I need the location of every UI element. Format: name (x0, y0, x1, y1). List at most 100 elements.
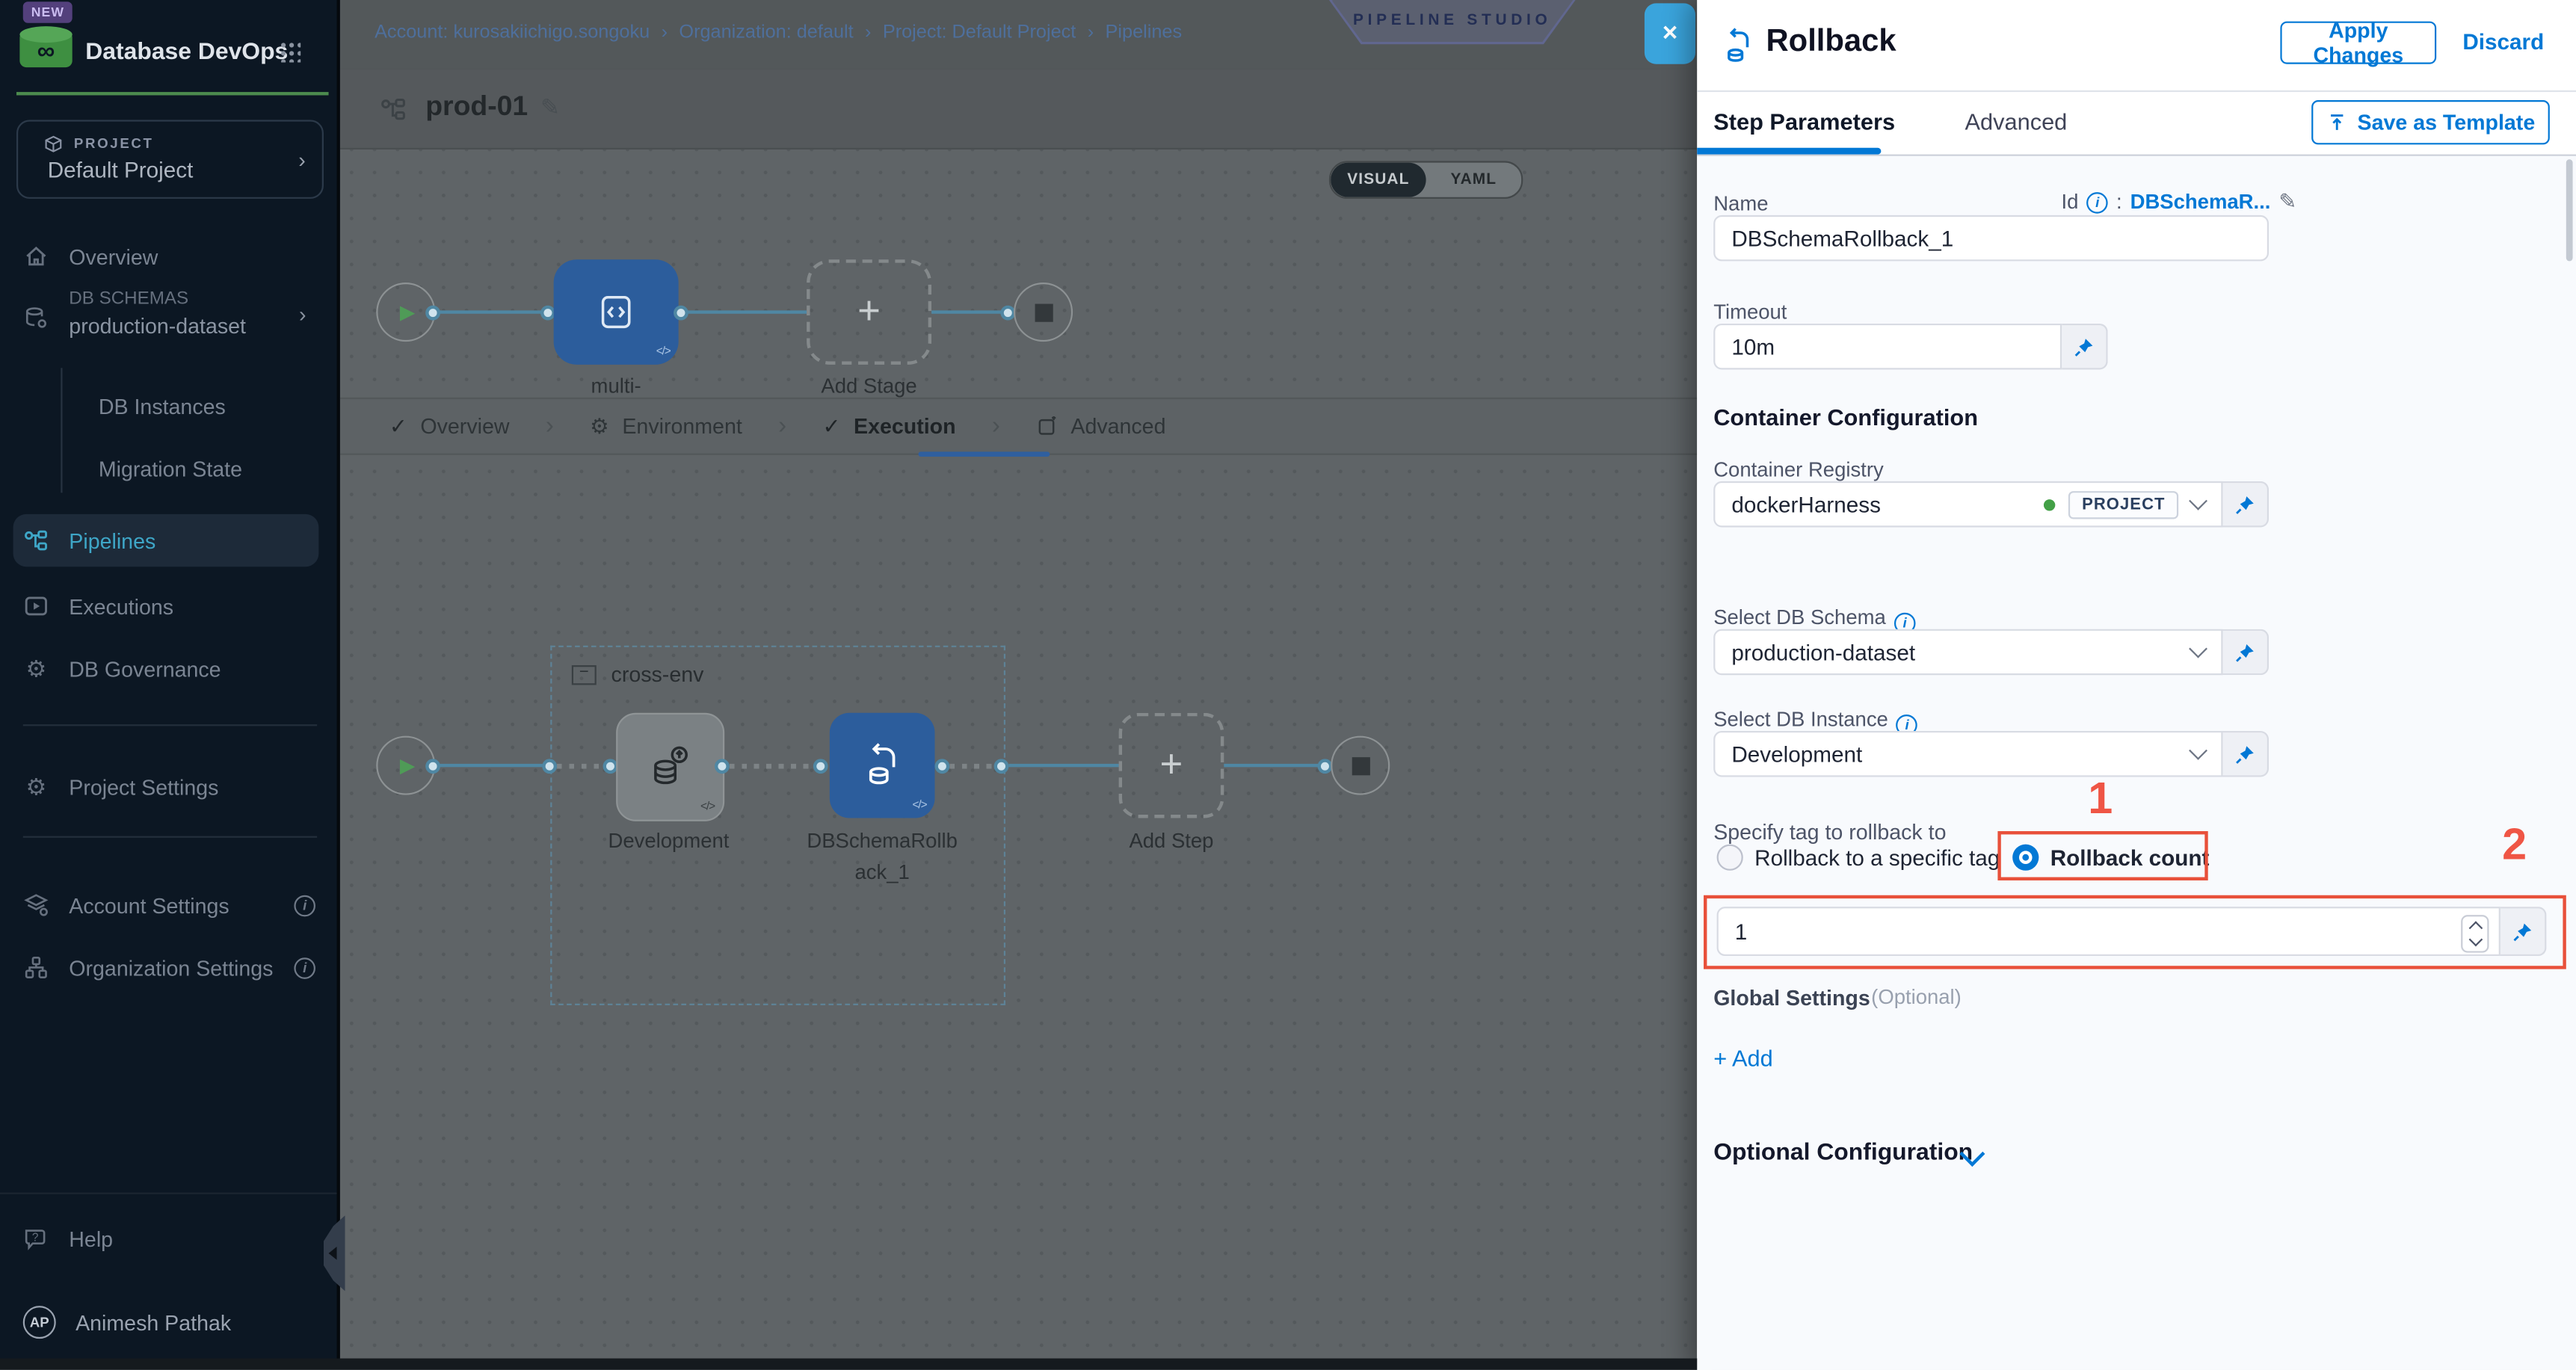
chevron-right-icon: › (299, 302, 306, 327)
schema-pin-toggle[interactable] (2222, 629, 2269, 676)
sidebar-item-organization-settings[interactable]: Organization Settings i (23, 951, 315, 984)
save-as-template-button[interactable]: Save as Template (2311, 100, 2550, 144)
instance-pin-toggle[interactable] (2222, 731, 2269, 777)
project-name: Default Project (48, 158, 194, 182)
tab-environment[interactable]: Environment (622, 414, 742, 439)
info-icon[interactable]: i (294, 957, 315, 978)
sidebar-item-db-schemas[interactable]: DB SCHEMAS production-dataset (23, 289, 246, 352)
rollback-count-input[interactable]: 1 (1717, 907, 2500, 956)
timeout-pin-toggle[interactable] (2062, 324, 2108, 370)
chevron-down-icon[interactable] (2189, 492, 2207, 510)
registry-pin-toggle[interactable] (2222, 481, 2269, 528)
optional-config-toggle[interactable]: Optional Configuration (1713, 1140, 1973, 1166)
visual-yaml-toggle[interactable]: VISUAL YAML (1329, 161, 1523, 199)
sidebar-item-label: Pipelines (69, 528, 155, 553)
add-global-setting-link[interactable]: + Add (1713, 1045, 1773, 1071)
breadcrumb-account[interactable]: Account: kurosakiichigo.songoku (375, 23, 650, 43)
pin-icon (2512, 921, 2533, 942)
connector-port (994, 758, 1009, 773)
play-icon: ▶ (400, 754, 415, 777)
app-switcher-icon[interactable] (280, 41, 301, 63)
chevron-right-icon: › (662, 23, 668, 43)
pipeline-studio-badge: PIPELINE STUDIO (1329, 0, 1576, 44)
timeout-input[interactable]: 10m (1713, 324, 2062, 370)
global-settings-optional: (Optional) (1871, 986, 1962, 1009)
discard-button[interactable]: Discard (2462, 30, 2544, 55)
chevron-right-icon: › (546, 413, 554, 440)
user-menu[interactable]: AP Animesh Pathak (23, 1306, 231, 1339)
sidebar-item-db-instances[interactable]: DB Instances (99, 389, 226, 422)
pipeline-end-node[interactable] (1014, 283, 1073, 342)
db-deploy-icon (646, 742, 695, 792)
toggle-yaml[interactable]: YAML (1426, 163, 1521, 197)
tab-overview[interactable]: Overview (420, 414, 509, 439)
close-icon[interactable]: × (1645, 3, 1695, 64)
sidebar-item-label: Migration State (99, 456, 242, 481)
info-icon[interactable]: i (2086, 191, 2108, 213)
tab-advanced[interactable]: Advanced (1965, 108, 2067, 135)
step-id-row: Id i : DBSchemaR... ✎ (2009, 189, 2297, 215)
edit-pencil-icon[interactable]: ✎ (540, 93, 560, 121)
edit-pencil-icon[interactable]: ✎ (2278, 189, 2296, 215)
number-stepper[interactable] (2461, 915, 2489, 953)
tab-advanced[interactable]: Advanced (1070, 414, 1165, 439)
sidebar-item-migration-state[interactable]: Migration State (99, 451, 242, 484)
advanced-icon (1036, 416, 1058, 437)
status-dot (2045, 499, 2056, 510)
execution-end-node[interactable] (1331, 736, 1390, 795)
project-selector[interactable]: PROJECT Default Project › (16, 120, 324, 198)
sidebar-item-help[interactable]: ? Help (23, 1222, 113, 1255)
apply-changes-button[interactable]: Apply Changes (2280, 22, 2436, 64)
db-schema-select[interactable]: production-dataset (1713, 629, 2222, 676)
step-label[interactable]: Development (603, 826, 735, 858)
breadcrumb-project[interactable]: Project: Default Project (883, 23, 1076, 43)
connector-line (437, 764, 544, 767)
toggle-visual[interactable]: VISUAL (1331, 163, 1426, 197)
name-input[interactable]: DBSchemaRollback_1 (1713, 215, 2269, 262)
stage-node-multi-environment[interactable]: </> (554, 259, 679, 365)
step-node-dbschemarollback[interactable]: </> (830, 713, 935, 818)
connector-line (1224, 764, 1322, 767)
connector-port (542, 758, 557, 773)
stage-tab-bar: ✓ Overview › ⚙ Environment › ✓ Execution… (340, 398, 1697, 455)
step-label[interactable]: DBSchemaRollback_1 (807, 826, 958, 889)
code-badge-icon: </> (700, 801, 715, 812)
container-registry-input[interactable]: dockerHarness PROJECT (1713, 481, 2222, 528)
brand-divider (16, 92, 329, 95)
connector-line (687, 310, 807, 313)
tab-execution[interactable]: Execution (854, 414, 956, 439)
pin-icon (2234, 743, 2256, 765)
chevron-down-icon (2189, 741, 2207, 760)
radio-specific-tag-label[interactable]: Rollback to a specific tag (1754, 846, 2000, 871)
step-node-development[interactable]: </> (616, 713, 724, 821)
sidebar-item-account-settings[interactable]: Account Settings i (23, 889, 315, 922)
add-step-label[interactable]: Add Step (1119, 826, 1224, 858)
sidebar-item-overview[interactable]: Overview (23, 240, 158, 273)
user-name: Animesh Pathak (76, 1310, 231, 1335)
sidebar-item-project-settings[interactable]: ⚙ Project Settings (23, 771, 219, 803)
collapse-group-icon[interactable]: − (572, 664, 597, 684)
add-stage-button[interactable]: + (807, 259, 931, 365)
group-label: cross-env (611, 662, 704, 687)
stepper-down-icon[interactable] (2468, 933, 2483, 947)
step-group-cross-env[interactable]: − cross-env (550, 646, 1005, 1005)
add-step-button[interactable]: + (1119, 713, 1224, 818)
breadcrumb: Account: kurosakiichigo.songoku › Organiz… (375, 23, 1182, 43)
db-instance-select[interactable]: Development (1713, 731, 2222, 777)
panel-scrollbar[interactable] (2566, 159, 2573, 261)
breadcrumb-pipelines[interactable]: Pipelines (1106, 23, 1183, 43)
connector-port (715, 758, 730, 773)
play-icon: ▶ (400, 300, 415, 324)
sidebar-item-pipelines-content[interactable]: Pipelines (23, 524, 155, 557)
chevron-down-icon (2189, 640, 2207, 658)
project-label: PROJECT (74, 135, 154, 151)
info-icon[interactable]: i (294, 895, 315, 916)
database-gear-icon (23, 306, 49, 332)
tab-step-parameters[interactable]: Step Parameters (1713, 108, 1895, 135)
sidebar-item-executions[interactable]: Executions (23, 590, 173, 623)
breadcrumb-organization[interactable]: Organization: default (679, 23, 853, 43)
count-pin-toggle[interactable] (2500, 907, 2547, 956)
sidebar-item-db-governance[interactable]: ⚙ DB Governance (23, 652, 221, 685)
radio-specific-tag[interactable] (1717, 845, 1743, 871)
pipeline-canvas: Account: kurosakiichigo.songoku › Organiz… (340, 0, 1697, 1358)
